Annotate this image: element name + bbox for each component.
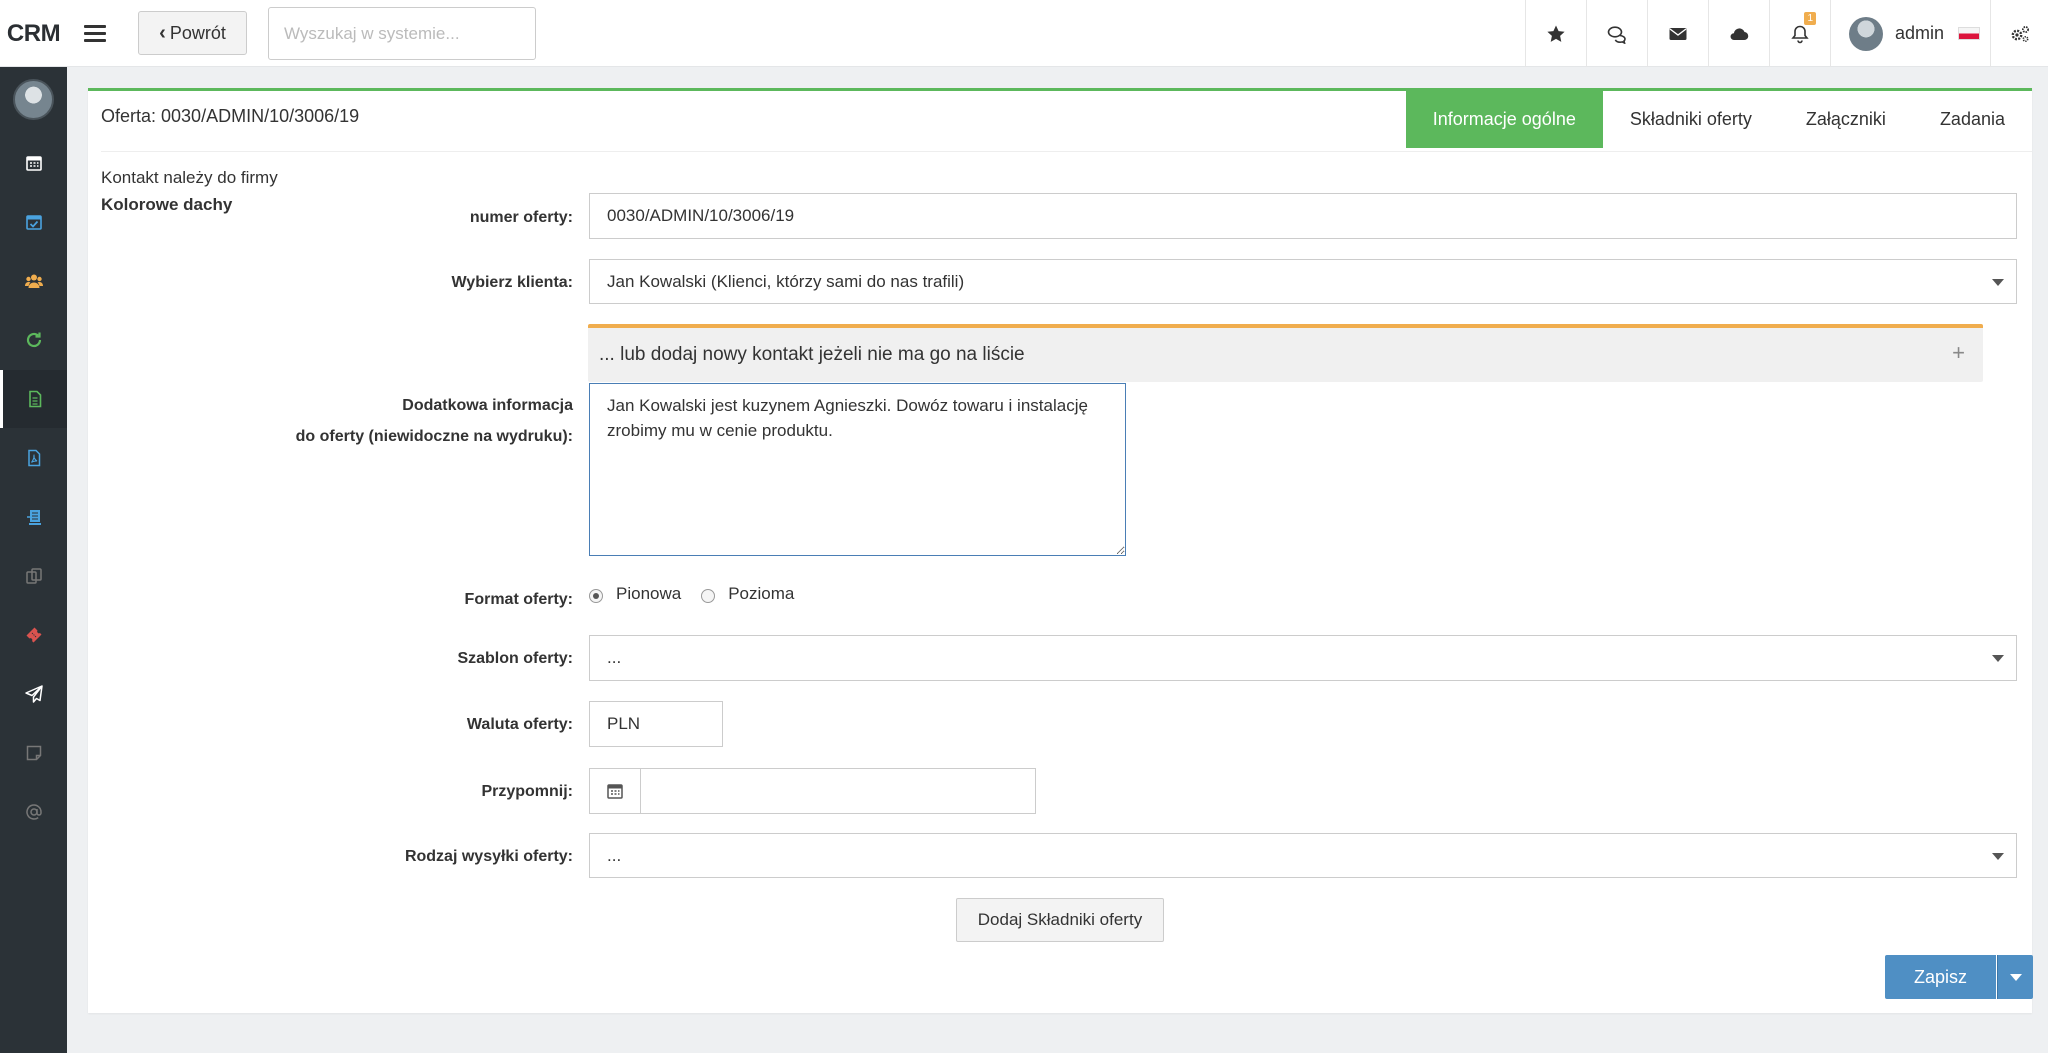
sidebar-avatar[interactable] (13, 79, 54, 120)
settings-button[interactable] (1990, 0, 2048, 67)
user-name: admin (1895, 23, 1945, 43)
add-contact-label: ... lub dodaj nowy kontakt jeżeli nie ma… (599, 344, 1025, 365)
sidebar-item-refresh[interactable] (0, 311, 67, 369)
copy-icon (25, 568, 42, 584)
sidebar-item-pdf[interactable] (0, 429, 67, 487)
template-select[interactable]: ... (589, 635, 2017, 681)
ticket-icon (26, 627, 41, 643)
back-button[interactable]: ‹ Powrót (138, 11, 247, 55)
remind-date-input[interactable] (640, 768, 1036, 814)
brand-logo[interactable]: CRM (0, 0, 67, 67)
add-offer-items-button[interactable]: Dodaj Składniki oferty (956, 898, 1164, 942)
notifications-button[interactable]: 1 (1769, 0, 1830, 67)
template-select-value: ... (607, 648, 622, 667)
save-button[interactable]: Zapisz (1885, 955, 1996, 999)
format-portrait-label[interactable]: Pionowa (616, 584, 681, 604)
sidebar-item-calendar[interactable] (0, 134, 67, 192)
comments-icon (1607, 25, 1626, 44)
extra-info-textarea[interactable]: Jan Kowalski jest kuzynem Agnieszki. Dow… (589, 383, 1126, 556)
format-landscape-radio[interactable] (701, 589, 716, 603)
offer-number-input[interactable]: 0030/ADMIN/10/3006/19 (589, 193, 2017, 239)
sidebar-item-documents[interactable] (0, 488, 67, 546)
offer-number-label: numer oferty: (469, 209, 573, 226)
back-button-label: Powrót (169, 22, 226, 43)
search-input[interactable] (268, 7, 536, 60)
tab-offer-items[interactable]: Składniki oferty (1603, 91, 1779, 148)
menu-toggle-icon[interactable] (84, 20, 106, 46)
user-menu[interactable]: admin (1830, 0, 1990, 67)
template-label: Szablon oferty: (457, 650, 573, 667)
envelope-icon (1669, 27, 1687, 40)
sidebar-item-copies[interactable] (0, 547, 67, 605)
add-contact-collapse[interactable]: ... lub dodaj nowy kontakt jeżeli nie ma… (588, 324, 1983, 382)
format-landscape-label[interactable]: Pozioma (728, 584, 794, 604)
bell-icon (1791, 25, 1809, 43)
favorites-button[interactable] (1525, 0, 1586, 67)
remind-label: Przypomnij: (481, 783, 573, 800)
tab-attachments[interactable]: Załączniki (1779, 91, 1913, 148)
note-icon (26, 745, 41, 761)
company-note: Kontakt należy do firmy Kolorowe dachy (101, 164, 278, 218)
sidebar-item-send[interactable] (0, 665, 67, 723)
document-icon (29, 390, 42, 408)
star-icon (1547, 25, 1565, 42)
currency-label: Waluta oferty: (466, 716, 573, 733)
sidebar-item-tickets[interactable] (0, 606, 67, 664)
extra-info-label-line1: Dodatkowa informacja (402, 397, 573, 414)
calendar-check-icon (25, 215, 42, 230)
refresh-icon (26, 332, 41, 348)
extra-info-label: Dodatkowa informacja do oferty (niewidoc… (296, 390, 573, 452)
pdf-icon (27, 449, 40, 467)
settings-icon (2011, 25, 2029, 42)
tab-general-info[interactable]: Informacje ogólne (1405, 91, 1603, 148)
currency-input[interactable]: PLN (589, 701, 723, 747)
panel-header-divider (101, 151, 2032, 152)
shipping-select-value: ... (607, 845, 622, 865)
notification-count-badge: 1 (1804, 12, 1816, 25)
shipping-select[interactable]: ... (589, 833, 2017, 878)
page-title: Oferta: 0030/ADMIN/10/3006/19 (101, 106, 360, 126)
client-select[interactable]: Jan Kowalski (Klienci, którzy sami do na… (589, 259, 2017, 304)
calendar-icon (25, 156, 42, 171)
top-navbar: CRM ‹ Powrót 1 admin (0, 0, 2048, 67)
tab-tasks[interactable]: Zadania (1913, 91, 2032, 148)
top-actions: 1 admin (1525, 0, 2048, 67)
avatar (1849, 16, 1883, 51)
format-portrait-radio[interactable] (589, 589, 603, 603)
calendar-icon (607, 784, 623, 799)
save-options-dropdown[interactable] (1997, 955, 2033, 999)
messages-button[interactable] (1586, 0, 1647, 67)
cloud-button[interactable] (1708, 0, 1769, 67)
sidebar-item-tasks[interactable] (0, 193, 67, 251)
polish-flag-icon (1958, 27, 1981, 40)
mail-button[interactable] (1647, 0, 1708, 67)
extra-info-label-line2: do oferty (niewidoczne na wydruku): (295, 428, 573, 445)
company-name: Kolorowe dachy (101, 195, 233, 214)
cloud-icon (1730, 27, 1749, 40)
company-note-text: Kontakt należy do firmy (101, 168, 278, 187)
client-select-value: Jan Kowalski (Klienci, którzy sami do na… (607, 271, 965, 291)
offer-tabs: Informacje ogólne Składniki oferty Załąc… (1405, 91, 2032, 151)
sidebar-item-notes[interactable] (0, 724, 67, 782)
sidebar (0, 67, 67, 1053)
chevron-left-icon: ‹ (159, 21, 166, 44)
shipping-label: Rodzaj wysyłki oferty: (404, 848, 573, 865)
date-picker-button[interactable] (589, 768, 641, 814)
format-radio-group: Pionowa Pozioma (589, 584, 814, 604)
sidebar-item-email[interactable] (0, 783, 67, 841)
send-icon (24, 685, 43, 703)
format-label: Format oferty: (464, 591, 573, 608)
sidebar-item-offers[interactable] (0, 370, 67, 428)
at-icon (25, 804, 42, 820)
plus-icon: + (1952, 340, 1965, 365)
offer-panel: Oferta: 0030/ADMIN/10/3006/19 Informacje… (88, 88, 2033, 1013)
users-icon (24, 274, 43, 288)
stamp-icon (26, 510, 41, 525)
sidebar-item-contacts[interactable] (0, 252, 67, 310)
client-label: Wybierz klienta: (451, 274, 573, 291)
